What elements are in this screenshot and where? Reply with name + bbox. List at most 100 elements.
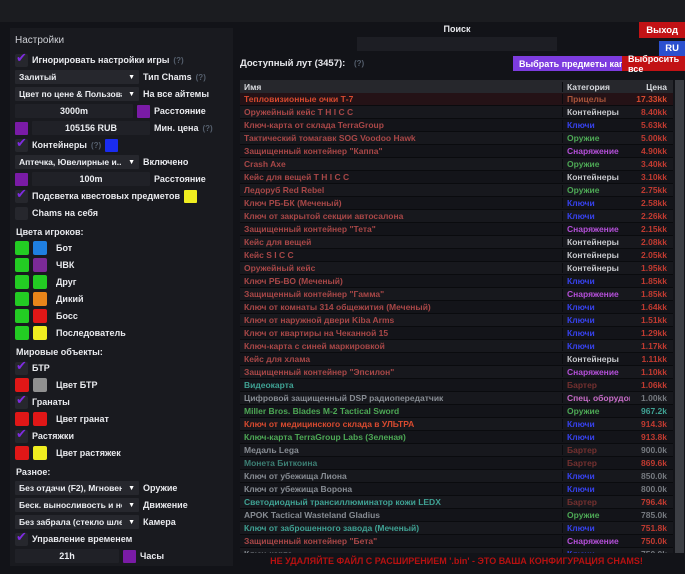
tripwire-color-swatch-1[interactable] (15, 446, 29, 460)
player-color-swatch-1[interactable] (15, 326, 29, 340)
grenade-color-swatch-1[interactable] (15, 412, 29, 426)
player-color-swatch-2[interactable] (33, 309, 47, 323)
loot-table-row[interactable]: Miller Bros. Blades M-2 Tactical SwordОр… (240, 405, 673, 418)
min-price-color-swatch[interactable] (15, 122, 28, 135)
player-color-swatch-1[interactable] (15, 258, 29, 272)
loot-table-row[interactable]: Оружейный кейс T H I C CКонтейнеры8.40kk (240, 106, 673, 119)
containers-checkbox[interactable]: ✔ (15, 139, 28, 152)
loot-table-row[interactable]: Монета БиткоинаБартер869.6k (240, 457, 673, 470)
column-header-category[interactable]: Категория (562, 82, 630, 92)
loot-table-row[interactable]: Кейс для хламаКонтейнеры1.11kk (240, 353, 673, 366)
distance-input[interactable]: 3000m (15, 104, 133, 118)
drop-all-button[interactable]: Выбросить все (622, 56, 685, 71)
player-color-swatch-2[interactable] (33, 292, 47, 306)
btr-label: БТР (32, 363, 50, 373)
loot-table-row[interactable]: Защищенный контейнер "Каппа"Снаряжение4.… (240, 145, 673, 158)
exit-button[interactable]: Выход (639, 22, 685, 38)
min-price-input[interactable]: 105156 RUB (32, 121, 150, 135)
hours-input[interactable]: 21h (15, 549, 119, 563)
containers-color-swatch[interactable] (105, 139, 118, 152)
weapon-dropdown[interactable]: Без отдачи (F2), Мгновенное п ▼ (15, 481, 139, 495)
loot-table-row[interactable]: Ключ-карта от склада TerraGroupКлючи5.63… (240, 119, 673, 132)
tripwire-color-swatch-2[interactable] (33, 446, 47, 460)
table-scrollbar[interactable] (675, 80, 684, 553)
btr-color-swatch-1[interactable] (15, 378, 29, 392)
loot-table-row[interactable]: Тактический томагавк SOG Voodoo HawkОруж… (240, 132, 673, 145)
loot-table-row[interactable]: Ключ от наружной двери Kiba ArmsКлючи1.5… (240, 314, 673, 327)
loot-table-row[interactable]: Тепловизионные очки Т-7Прицелы17.33kk (240, 93, 673, 106)
item-category: Спец. оборудование (562, 393, 630, 403)
loot-table-row[interactable]: Защищенный контейнер "Бета"Снаряжение750… (240, 535, 673, 548)
loot-table-row[interactable]: ВидеокартаБартер1.06kk (240, 379, 673, 392)
camera-dropdown[interactable]: Без забрала (стекло шлема) ▼ (15, 515, 139, 529)
loot-table-row[interactable]: Кейс для вещей T H I C CКонтейнеры3.10kk (240, 171, 673, 184)
help-icon[interactable]: (?) (173, 56, 183, 65)
player-color-swatch-2[interactable] (33, 241, 47, 255)
player-color-swatch-1[interactable] (15, 292, 29, 306)
item-name: Защищенный контейнер "Эпсилон" (240, 367, 562, 377)
loot-table-row[interactable]: Ключ-карта с синей маркировкойКлючи1.17k… (240, 340, 673, 353)
loot-table-row[interactable]: Ключ-картаКлючи750.0k (240, 548, 673, 553)
item-name: Тепловизионные очки Т-7 (240, 94, 562, 104)
player-color-swatch-1[interactable] (15, 309, 29, 323)
time-control-checkbox[interactable]: ✔ (15, 533, 28, 546)
grenades-checkbox[interactable]: ✔ (15, 396, 28, 409)
quest-highlight-color-swatch[interactable] (184, 190, 197, 203)
loot-table-row[interactable]: Оружейный кейсКонтейнеры1.95kk (240, 262, 673, 275)
color-mode-dropdown[interactable]: Цвет по цене & Пользователь ▼ (15, 87, 139, 101)
loot-table-row[interactable]: Защищенный контейнер "Гамма"Снаряжение1.… (240, 288, 673, 301)
grenade-color-swatch-2[interactable] (33, 412, 47, 426)
loot-table-row[interactable]: APOK Tactical Wasteland GladiusОружие785… (240, 509, 673, 522)
btr-color-swatch-2[interactable] (33, 378, 47, 392)
item-category: Контейнеры (562, 107, 630, 117)
loot-table-row[interactable]: Кейс S I C CКонтейнеры2.05kk (240, 249, 673, 262)
loot-table-row[interactable]: Ключ от заброшенного завода (Меченый)Клю… (240, 522, 673, 535)
self-chams-checkbox[interactable]: ✔ (15, 207, 28, 220)
player-color-swatch-1[interactable] (15, 241, 29, 255)
loot-table-row[interactable]: Светодиодный трансиллюминатор кожи LEDXБ… (240, 496, 673, 509)
loot-table-row[interactable]: Медаль LegaБартер900.0k (240, 444, 673, 457)
loot-distance-color-swatch[interactable] (15, 173, 28, 186)
hours-color-swatch[interactable] (123, 550, 136, 563)
help-icon[interactable]: (?) (202, 124, 212, 133)
loot-table-row[interactable]: Ключ от убежища ВоронаКлючи800.0k (240, 483, 673, 496)
search-input[interactable] (357, 37, 557, 51)
distance-color-swatch[interactable] (137, 105, 150, 118)
loot-table-row[interactable]: Защищенный контейнер "Тета"Снаряжение2.1… (240, 223, 673, 236)
help-icon[interactable]: (?) (91, 141, 101, 150)
quest-highlight-checkbox[interactable]: ✔ (15, 190, 28, 203)
loot-table-row[interactable]: Ледоруб Red RebelОружие2.75kk (240, 184, 673, 197)
item-price: 5.63kk (630, 120, 673, 130)
loot-table-row[interactable]: Цифровой защищенный DSP радиопередатчикС… (240, 392, 673, 405)
loot-table-row[interactable]: Ключ РБ-ВО (Меченый)Ключи1.85kk (240, 275, 673, 288)
player-color-swatch-2[interactable] (33, 275, 47, 289)
column-header-price[interactable]: Цена (630, 82, 673, 92)
player-color-swatch-2[interactable] (33, 258, 47, 272)
item-category: Ключи (562, 471, 630, 481)
loot-table-row[interactable]: Защищенный контейнер "Эпсилон"Снаряжение… (240, 366, 673, 379)
loot-table-row[interactable]: Кейс для вещейКонтейнеры2.08kk (240, 236, 673, 249)
ignore-game-settings-checkbox[interactable]: ✔ (15, 54, 28, 67)
loot-table-row[interactable]: Ключ РБ-БК (Меченый)Ключи2.58kk (240, 197, 673, 210)
loot-table-row[interactable]: Ключ от закрытой секции автосалонаКлючи2… (240, 210, 673, 223)
loot-table-row[interactable]: Ключ от квартиры на Чеканной 15Ключи1.29… (240, 327, 673, 340)
tripwires-checkbox[interactable]: ✔ (15, 430, 28, 443)
column-header-name[interactable]: Имя (240, 82, 562, 92)
self-chams-row: ✔ Chams на себя (15, 206, 228, 220)
loot-table-row[interactable]: Ключ от комнаты 314 общежития (Меченый)К… (240, 301, 673, 314)
btr-checkbox[interactable]: ✔ (15, 362, 28, 375)
help-icon[interactable]: (?) (354, 59, 364, 68)
title-bar[interactable] (0, 0, 685, 22)
loot-table-row[interactable]: Ключ от убежища ЛионаКлючи850.0k (240, 470, 673, 483)
player-color-swatch-2[interactable] (33, 326, 47, 340)
category-filter-dropdown[interactable]: Аптечка, Ювелирные и... ▼ (15, 155, 139, 169)
loot-distance-input[interactable]: 100m (32, 172, 150, 186)
movement-dropdown[interactable]: Беск. выносливость и нет уста ▼ (15, 498, 139, 512)
loot-table-row[interactable]: Ключ-карта TerraGroup Labs (Зеленая)Ключ… (240, 431, 673, 444)
help-icon[interactable]: (?) (196, 73, 206, 82)
loot-table-row[interactable]: Ключ от медицинского склада в УЛЬТРАКлюч… (240, 418, 673, 431)
player-color-swatch-1[interactable] (15, 275, 29, 289)
chams-type-dropdown[interactable]: Залитый ▼ (15, 70, 139, 84)
item-price: 796.4k (630, 497, 673, 507)
loot-table-row[interactable]: Crash AxeОружие3.40kk (240, 158, 673, 171)
